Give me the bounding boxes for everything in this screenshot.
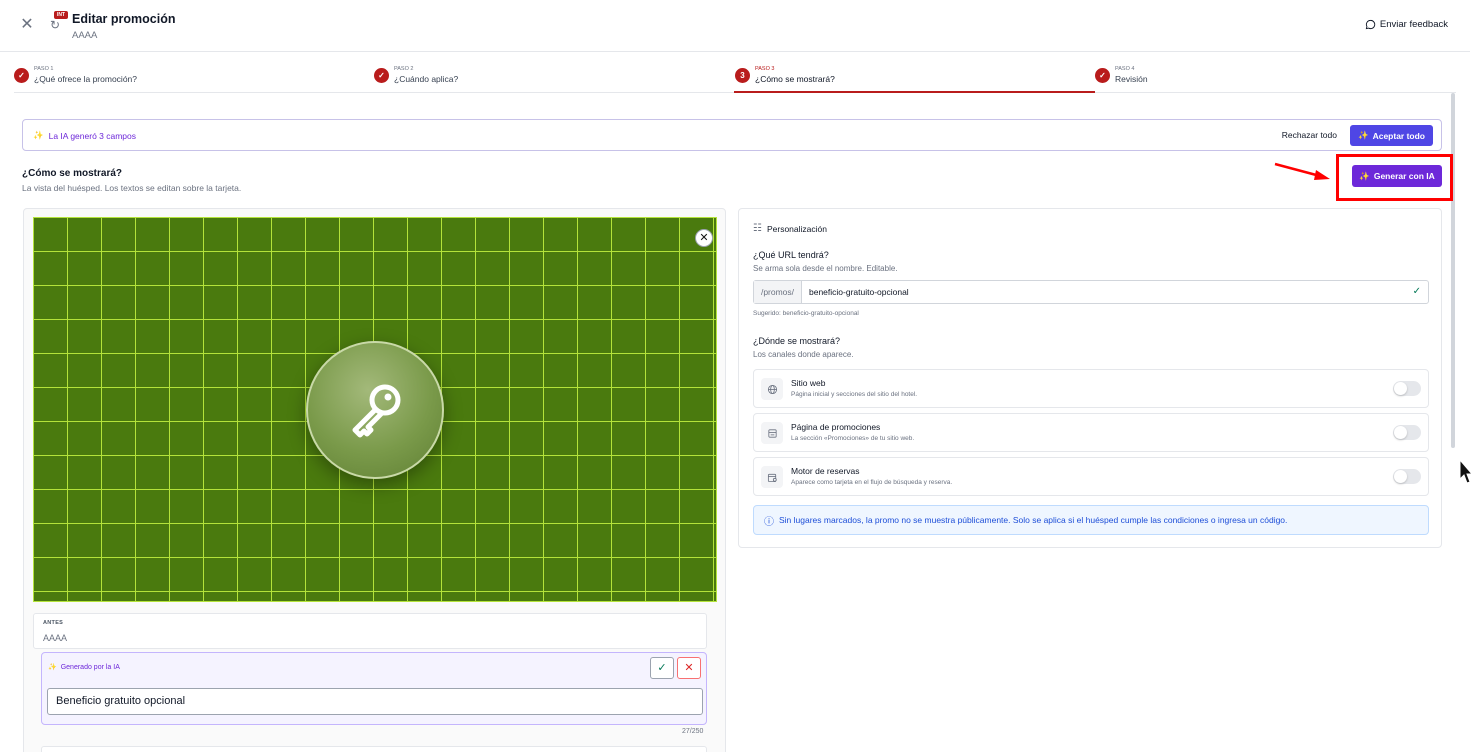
url-field[interactable]: /promos/ beneficio-gratuito-opcional ✓ xyxy=(753,280,1429,304)
url-question: ¿Qué URL tendrá? xyxy=(753,250,829,260)
ai-suggestion-header: ✨ Generado por la IA xyxy=(48,663,120,672)
active-step-underline xyxy=(734,91,1095,93)
channel-name: Motor de reservas xyxy=(791,466,860,476)
sparkles-icon: ✨ xyxy=(33,130,44,140)
section-subtitle: La vista del huésped. Los textos se edit… xyxy=(22,183,242,193)
sparkles-icon: ✨ xyxy=(1357,130,1369,140)
step-number-badge: 3 xyxy=(735,68,750,83)
step-label: ¿Cómo se mostrará? xyxy=(755,74,835,84)
channel-toggle[interactable] xyxy=(1393,381,1421,396)
channel-booking-engine[interactable]: Motor de reservas Aparece como tarjeta e… xyxy=(753,457,1429,496)
url-hint: Sugerido: beneficio-gratuito-opcional xyxy=(753,310,859,317)
url-help: Se arma sola desde el nombre. Editable. xyxy=(753,264,898,273)
sparkles-icon: ✨ xyxy=(1359,170,1370,181)
channel-desc: Aparece como tarjeta en el flujo de búsq… xyxy=(791,479,953,486)
before-value-box: ANTES AAAA xyxy=(33,613,707,649)
key-badge xyxy=(306,341,444,479)
next-field-box xyxy=(41,746,707,752)
ai-suggestion-label: Generado por la IA xyxy=(60,663,120,671)
before-label: ANTES xyxy=(43,620,64,626)
where-help: Los canales donde aparece. xyxy=(753,350,854,359)
calendar-search-icon xyxy=(761,466,783,488)
step-number: PASO 1 xyxy=(34,66,54,72)
step-label: ¿Qué ofrece la promoción? xyxy=(34,74,137,84)
accept-all-label: Aceptar todo xyxy=(1372,130,1425,141)
channel-desc: La sección «Promociones» de tu sitio web… xyxy=(791,435,915,442)
personalization-panel: ☷ Personalización ¿Qué URL tendrá? Se ar… xyxy=(738,208,1442,548)
channel-name: Página de promociones xyxy=(791,422,881,432)
refresh-icon: ↻ xyxy=(50,18,61,32)
promo-image[interactable]: ✕ xyxy=(33,217,717,602)
where-question: ¿Dónde se mostrará? xyxy=(753,336,841,346)
ai-message-text: La IA generó 3 campos xyxy=(48,130,137,141)
page-title: Editar promoción xyxy=(72,12,176,26)
ai-message: ✨ La IA generó 3 campos xyxy=(33,130,136,141)
check-icon: ✓ xyxy=(374,68,389,83)
layout-icon xyxy=(761,422,783,444)
feedback-button[interactable]: Enviar feedback xyxy=(1365,19,1448,30)
name-input[interactable]: Beneficio gratuito opcional xyxy=(47,688,703,715)
annotation-arrow xyxy=(1274,162,1330,180)
channel-toggle[interactable] xyxy=(1393,469,1421,484)
scrollbar[interactable] xyxy=(1451,93,1455,448)
step-label: Revisión xyxy=(1115,74,1148,84)
feedback-label: Enviar feedback xyxy=(1379,19,1448,30)
ai-suggestion-box: ✨ Generado por la IA ✓ ✕ Beneficio gratu… xyxy=(41,652,707,725)
step-number: PASO 3 xyxy=(755,66,775,72)
channel-promotions-page[interactable]: Página de promociones La sección «Promoc… xyxy=(753,413,1429,452)
key-icon xyxy=(352,384,401,438)
url-prefix: /promos/ xyxy=(754,281,802,303)
ai-generation-bar: ✨ La IA generó 3 campos Rechazar todo ✨ … xyxy=(22,119,1442,151)
remove-image-icon[interactable]: ✕ xyxy=(695,229,713,247)
channel-toggle[interactable] xyxy=(1393,425,1421,440)
channel-desc: Página inicial y secciones del sitio del… xyxy=(791,391,918,398)
before-value: AAAA xyxy=(43,633,68,643)
info-icon: ⓘ xyxy=(764,516,774,528)
channel-name: Sitio web xyxy=(791,378,826,388)
info-text: Sin lugares marcados, la promo no se mue… xyxy=(779,515,1288,525)
generate-ai-label: Generar con IA xyxy=(1373,171,1435,181)
step-number: PASO 4 xyxy=(1115,66,1135,72)
check-icon: ✓ xyxy=(1095,68,1110,83)
check-icon: ✓ xyxy=(14,68,29,83)
panel-title: Personalización xyxy=(766,223,827,234)
char-counter: 27/250 xyxy=(682,728,704,735)
sparkles-icon: ✨ xyxy=(48,664,57,671)
panel-header: ☷ Personalización xyxy=(753,223,827,234)
page-subtitle: AAAA xyxy=(72,30,98,41)
channel-website[interactable]: Sitio web Página inicial y secciones del… xyxy=(753,369,1429,408)
section-title: ¿Cómo se mostrará? xyxy=(22,168,123,179)
reject-suggestion-button[interactable]: ✕ xyxy=(677,657,701,679)
reject-all-button[interactable]: Rechazar todo xyxy=(1282,130,1337,140)
mouse-cursor-icon xyxy=(1459,459,1473,484)
accept-all-button[interactable]: ✨ Aceptar todo xyxy=(1350,125,1433,146)
accept-suggestion-button[interactable]: ✓ xyxy=(650,657,674,679)
chat-icon xyxy=(1365,19,1376,30)
generate-ai-button[interactable]: ✨ Generar con IA xyxy=(1352,165,1442,187)
env-badge: INT xyxy=(54,11,69,19)
step-number: PASO 2 xyxy=(394,66,414,72)
step-label: ¿Cuándo aplica? xyxy=(394,74,459,84)
close-icon[interactable]: ✕ xyxy=(20,17,34,33)
preview-card: ✕ ANTES AAAA ✨ Generado por la IA ✓ ✕ Be… xyxy=(23,208,726,752)
globe-icon xyxy=(761,378,783,400)
info-notice: ⓘ Sin lugares marcados, la promo no se m… xyxy=(753,505,1429,535)
url-input[interactable]: beneficio-gratuito-opcional xyxy=(809,287,909,297)
sliders-icon: ☷ xyxy=(753,223,762,234)
stepper: ✓ PASO 1 ¿Qué ofrece la promoción? ✓ PAS… xyxy=(14,62,1456,93)
check-icon: ✓ xyxy=(1412,286,1421,297)
header: ✕ ↻ INT Editar promoción AAAA Enviar fee… xyxy=(0,0,1470,52)
